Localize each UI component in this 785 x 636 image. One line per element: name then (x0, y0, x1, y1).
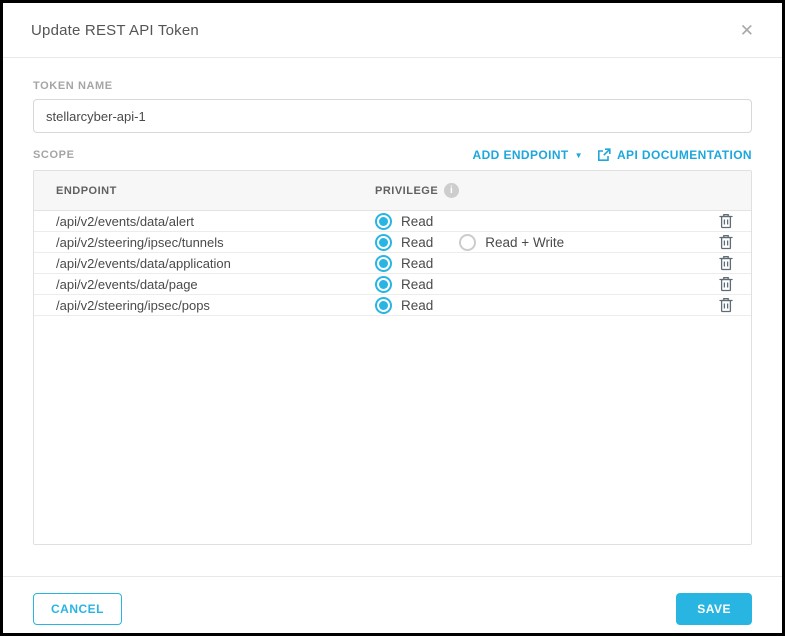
add-endpoint-label: ADD ENDPOINT (473, 148, 569, 162)
close-button[interactable]: ✕ (740, 22, 754, 39)
endpoint-path: /api/v2/events/data/application (34, 256, 375, 271)
privilege-radio-label: Read + Write (485, 235, 564, 250)
dialog-body: TOKEN NAME SCOPE ADD ENDPOINT ▼ (3, 58, 782, 576)
table-row: /api/v2/events/data/alert Read (34, 211, 751, 232)
token-name-input[interactable] (33, 99, 752, 133)
scope-table: ENDPOINT PRIVILEGE i /api/v2/events/data… (33, 170, 752, 545)
endpoint-path: /api/v2/events/data/page (34, 277, 375, 292)
privilege-radio[interactable]: Read (375, 255, 433, 272)
dialog-header: Update REST API Token ✕ (3, 3, 782, 58)
privilege-radio[interactable]: Read (375, 234, 433, 251)
token-name-label: TOKEN NAME (33, 80, 752, 92)
privilege-radio-label: Read (401, 214, 433, 229)
endpoint-path: /api/v2/steering/ipsec/pops (34, 298, 375, 313)
dialog-title: Update REST API Token (31, 22, 199, 39)
delete-endpoint-button[interactable] (717, 274, 735, 294)
external-link-icon (597, 148, 611, 162)
radio-selected-icon (375, 276, 392, 293)
radio-selected-icon (375, 213, 392, 230)
trash-icon (719, 301, 733, 316)
privilege-radio[interactable]: Read (375, 213, 433, 230)
privilege-radio-label: Read (401, 298, 433, 313)
privilege-options: Read Read + Write (375, 234, 705, 251)
delete-endpoint-button[interactable] (717, 211, 735, 231)
scope-row: SCOPE ADD ENDPOINT ▼ API DOCUMENTATION (33, 148, 752, 162)
delete-endpoint-button[interactable] (717, 232, 735, 252)
trash-icon (719, 238, 733, 253)
table-row: /api/v2/events/data/page Read (34, 274, 751, 295)
scope-label: SCOPE (33, 149, 75, 161)
cancel-button[interactable]: CANCEL (33, 593, 122, 625)
radio-selected-icon (375, 297, 392, 314)
radio-unselected-icon (459, 234, 476, 251)
privilege-options: Read (375, 255, 705, 272)
api-documentation-link[interactable]: API DOCUMENTATION (597, 148, 752, 162)
privilege-radio[interactable]: Read + Write (459, 234, 564, 251)
endpoint-path: /api/v2/steering/ipsec/tunnels (34, 235, 375, 250)
privilege-radio[interactable]: Read (375, 297, 433, 314)
table-header-row: ENDPOINT PRIVILEGE i (34, 171, 751, 211)
scope-links: ADD ENDPOINT ▼ API DOCUMENTATION (473, 148, 752, 162)
privilege-radio-label: Read (401, 235, 433, 250)
privilege-radio-label: Read (401, 277, 433, 292)
trash-icon (719, 280, 733, 295)
info-icon[interactable]: i (444, 183, 459, 198)
trash-icon (719, 259, 733, 274)
endpoint-column-header: ENDPOINT (34, 185, 375, 197)
privilege-header-label: PRIVILEGE (375, 185, 438, 197)
privilege-column-header: PRIVILEGE i (375, 183, 705, 198)
table-rows: /api/v2/events/data/alert Read /api/v2/s… (34, 211, 751, 316)
update-rest-api-token-dialog: Update REST API Token ✕ TOKEN NAME SCOPE… (0, 0, 785, 636)
privilege-radio-label: Read (401, 256, 433, 271)
privilege-options: Read (375, 276, 705, 293)
api-documentation-label: API DOCUMENTATION (617, 148, 752, 162)
dialog-footer: CANCEL SAVE (3, 576, 782, 633)
table-row: /api/v2/events/data/application Read (34, 253, 751, 274)
save-button[interactable]: SAVE (676, 593, 752, 625)
delete-endpoint-button[interactable] (717, 295, 735, 315)
close-icon: ✕ (740, 21, 754, 40)
privilege-radio[interactable]: Read (375, 276, 433, 293)
privilege-options: Read (375, 297, 705, 314)
add-endpoint-button[interactable]: ADD ENDPOINT ▼ (473, 148, 583, 162)
table-row: /api/v2/steering/ipsec/pops Read (34, 295, 751, 316)
radio-selected-icon (375, 234, 392, 251)
chevron-down-icon: ▼ (575, 151, 583, 160)
privilege-options: Read (375, 213, 705, 230)
delete-endpoint-button[interactable] (717, 253, 735, 273)
table-row: /api/v2/steering/ipsec/tunnels Read Read … (34, 232, 751, 253)
endpoint-path: /api/v2/events/data/alert (34, 214, 375, 229)
radio-selected-icon (375, 255, 392, 272)
trash-icon (719, 217, 733, 232)
